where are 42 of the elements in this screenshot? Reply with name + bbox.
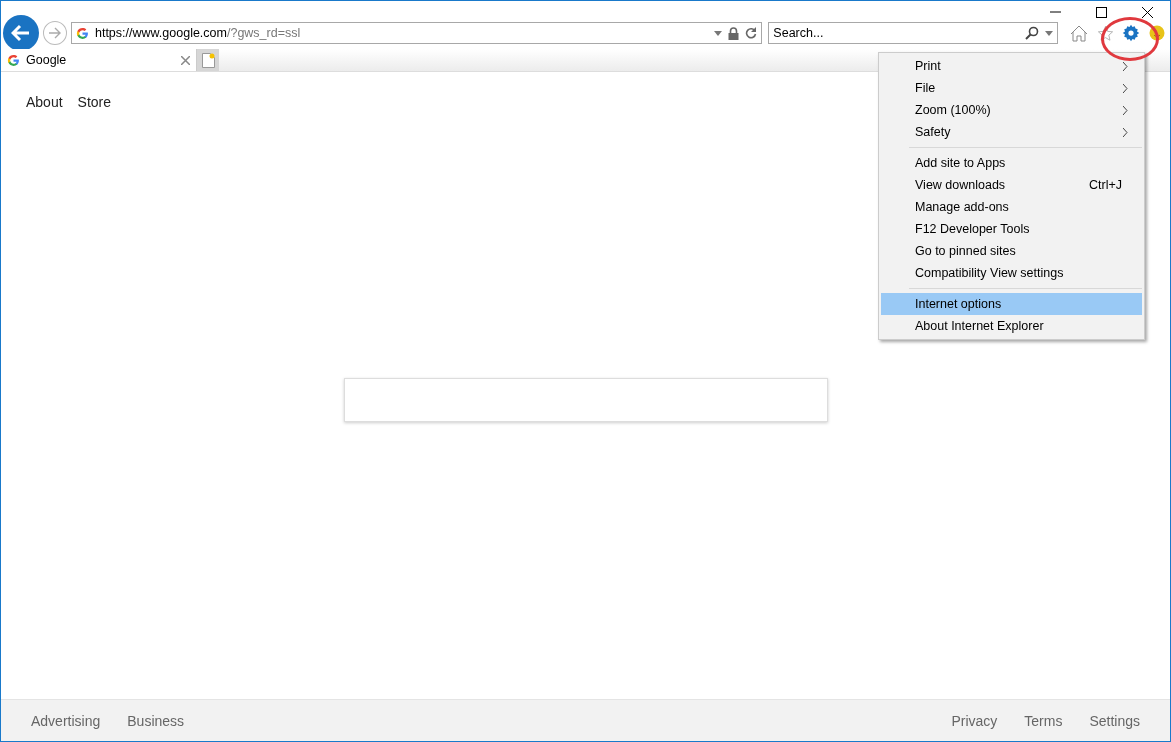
footer-link[interactable]: Advertising — [31, 712, 101, 729]
footer-link[interactable]: Terms — [1024, 712, 1063, 729]
header-link[interactable]: About — [26, 94, 63, 110]
search-icon[interactable] — [1025, 26, 1040, 40]
forward-arrow-icon — [47, 27, 62, 39]
chevron-right-icon — [1123, 105, 1128, 115]
highlight-circle — [1101, 17, 1159, 61]
menu-item[interactable]: Internet options — [881, 293, 1142, 315]
dropdown-caret-icon[interactable] — [714, 30, 723, 36]
menu-item[interactable]: Manage add-ons — [881, 196, 1142, 218]
chevron-right-icon — [1123, 127, 1128, 137]
search-bar[interactable]: Search... — [768, 22, 1059, 44]
menu-item[interactable]: Print — [881, 55, 1142, 77]
footer-link[interactable]: Privacy — [951, 712, 998, 729]
menu-item[interactable]: File — [881, 77, 1142, 99]
minimize-icon — [1049, 11, 1061, 13]
footer-link[interactable]: Business — [127, 712, 185, 729]
menu-item[interactable]: About Internet Explorer — [881, 315, 1142, 337]
menu-item[interactable]: Add site to Apps — [881, 152, 1142, 174]
header-link[interactable]: Store — [77, 94, 112, 110]
close-tab-icon[interactable] — [181, 55, 190, 65]
footer-link[interactable]: Settings — [1089, 712, 1140, 729]
back-arrow-icon — [11, 24, 31, 42]
address-field[interactable]: https://www.google.com/?gws_rd=ssl — [70, 22, 763, 44]
menu-item[interactable]: Safety — [881, 121, 1142, 143]
menu-item[interactable]: View downloads Ctrl+J — [881, 174, 1142, 196]
google-g-icon — [75, 26, 89, 40]
dropdown-caret-icon[interactable] — [1045, 30, 1054, 36]
menu-item[interactable]: Go to pinned sites — [881, 240, 1142, 262]
menu-item[interactable]: F12 Developer Tools — [881, 218, 1142, 240]
browser-tab[interactable]: Google — [1, 49, 197, 71]
chevron-right-icon — [1123, 61, 1128, 71]
lock-icon[interactable] — [728, 26, 740, 40]
new-tab-button[interactable] — [197, 49, 219, 71]
google-g-icon — [7, 53, 20, 67]
menu-item[interactable]: Compatibility View settings — [881, 262, 1142, 284]
back-button[interactable] — [3, 15, 39, 51]
close-icon — [1141, 6, 1153, 18]
chevron-right-icon — [1123, 83, 1128, 93]
maximize-icon — [1095, 6, 1107, 18]
refresh-icon[interactable] — [745, 27, 758, 39]
menu-item[interactable]: Zoom (100%) — [881, 99, 1142, 121]
